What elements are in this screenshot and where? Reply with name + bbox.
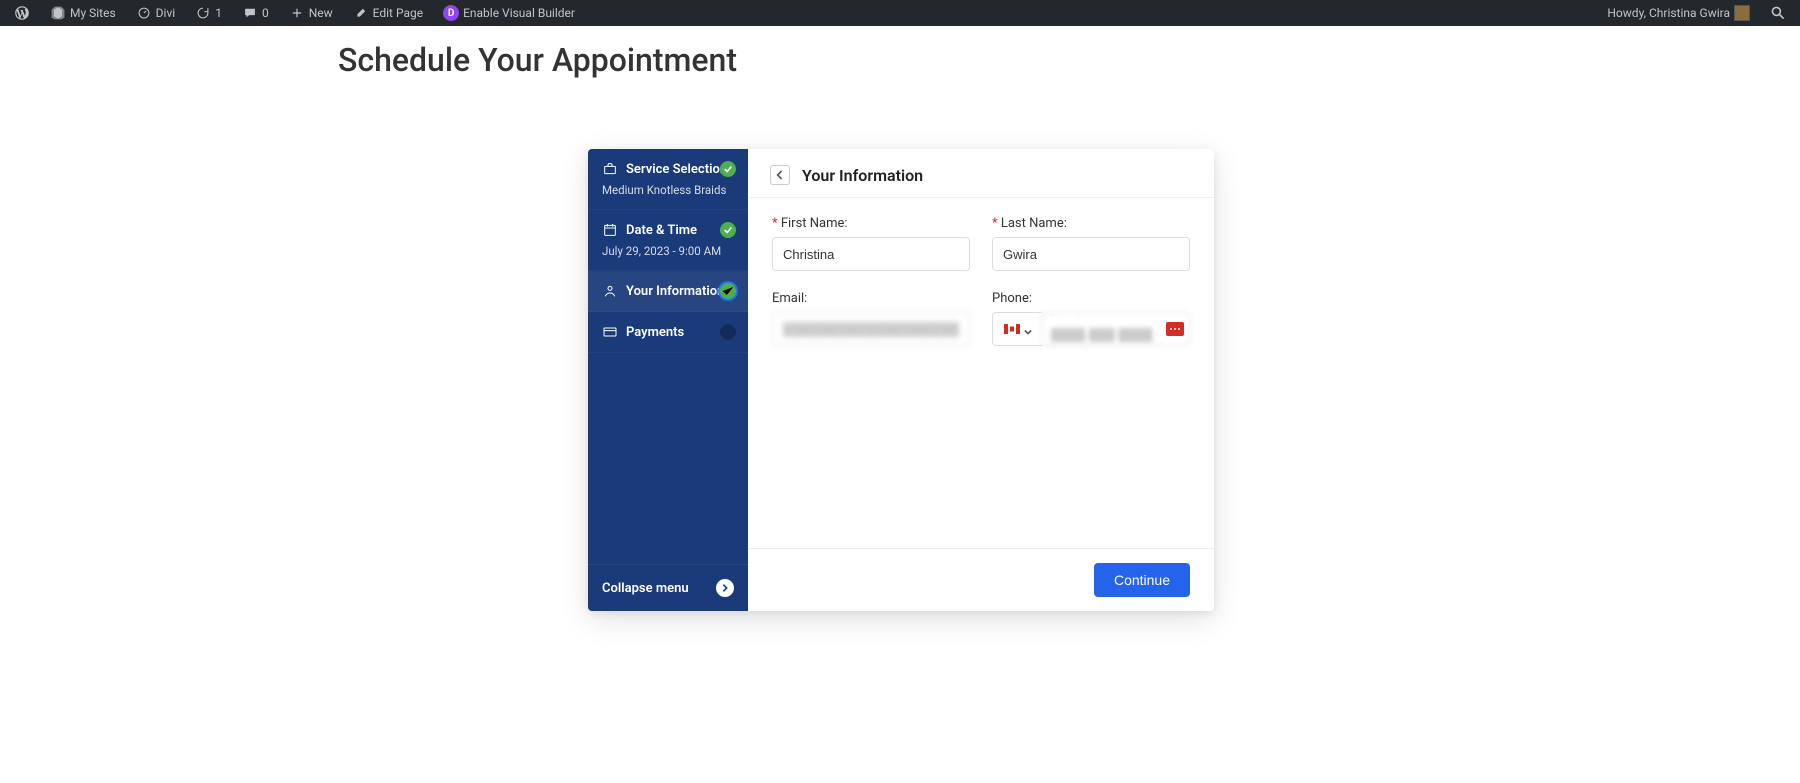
pencil-icon: [353, 5, 369, 21]
visual-builder-link[interactable]: D Enable Visual Builder: [437, 0, 581, 26]
last-name-label: * Last Name:: [992, 216, 1190, 231]
edit-page-text: Edit Page: [373, 6, 423, 20]
new-content-text: New: [309, 6, 333, 20]
updates-icon: [195, 5, 211, 21]
step-subtitle: July 29, 2023 - 9:00 AM: [602, 244, 734, 258]
edit-page-link[interactable]: Edit Page: [347, 0, 429, 26]
check-icon: [720, 283, 736, 299]
user-account-link[interactable]: Howdy, Christina Gwira: [1601, 0, 1756, 26]
last-name-field: * Last Name:: [992, 216, 1190, 271]
check-icon: [720, 222, 736, 238]
step-title: Your Information: [626, 284, 724, 299]
site-name-text: Divi: [156, 6, 176, 20]
step-your-information[interactable]: Your Information: [588, 271, 748, 312]
comments-count: 0: [262, 6, 269, 20]
email-field: Email:: [772, 291, 970, 346]
adminbar-right: Howdy, Christina Gwira: [1601, 0, 1792, 26]
card-icon: [602, 324, 618, 340]
collapse-menu-label: Collapse menu: [602, 581, 689, 596]
contact-row: Email: Phone: Enter phone: [772, 291, 1190, 346]
first-name-label: * First Name:: [772, 216, 970, 231]
step-service-selection[interactable]: Service Selection Medium Knotless Braids: [588, 149, 748, 210]
calendar-icon: [602, 222, 618, 238]
new-content-link[interactable]: New: [283, 0, 339, 26]
booking-sidebar: Service Selection Medium Knotless Braids…: [588, 149, 748, 611]
lastpass-icon[interactable]: [1166, 322, 1184, 336]
check-icon: [720, 161, 736, 177]
booking-main: Your Information * First Name: * Last Na…: [748, 149, 1214, 611]
dashboard-icon: [136, 5, 152, 21]
page-title: Schedule Your Appointment: [338, 41, 1800, 79]
howdy-text: Howdy, Christina Gwira: [1607, 6, 1730, 20]
step-payments[interactable]: Payments: [588, 312, 748, 353]
wp-logo[interactable]: [8, 0, 36, 26]
adminbar-left: My Sites Divi 1 0 New: [8, 0, 581, 26]
main-title: Your Information: [802, 166, 923, 185]
search-toggle[interactable]: [1764, 0, 1792, 26]
site-name-link[interactable]: Divi: [130, 0, 182, 26]
phone-country-select[interactable]: [992, 312, 1042, 346]
step-title: Payments: [626, 325, 684, 340]
form-body: * First Name: * Last Name: Email: Phone:: [748, 198, 1214, 548]
comment-icon: [242, 5, 258, 21]
email-label: Email:: [772, 291, 970, 306]
step-title: Date & Time: [626, 223, 697, 238]
updates-link[interactable]: 1: [189, 0, 228, 26]
collapse-menu-button[interactable]: Collapse menu: [588, 564, 748, 611]
main-footer: Continue: [748, 548, 1214, 611]
continue-button[interactable]: Continue: [1094, 563, 1190, 597]
step-title: Service Selection: [626, 162, 727, 177]
visual-builder-text: Enable Visual Builder: [463, 6, 575, 20]
phone-label: Phone:: [992, 291, 1190, 306]
chevron-left-icon: [776, 170, 784, 180]
first-name-input[interactable]: [772, 237, 970, 271]
person-icon: [602, 283, 618, 299]
divi-icon: D: [443, 5, 459, 21]
last-name-input[interactable]: [992, 237, 1190, 271]
email-input[interactable]: [772, 312, 970, 346]
updates-count: 1: [215, 6, 222, 20]
arrow-right-icon: [716, 579, 734, 597]
booking-widget: Service Selection Medium Knotless Braids…: [588, 149, 1214, 611]
canada-flag-icon: [1004, 324, 1020, 334]
back-button[interactable]: [770, 165, 790, 185]
step-date-time[interactable]: Date & Time July 29, 2023 - 9:00 AM: [588, 210, 748, 271]
multisite-icon: [50, 5, 66, 21]
plus-icon: [289, 5, 305, 21]
first-name-field: * First Name:: [772, 216, 970, 271]
avatar: [1734, 5, 1750, 21]
wp-admin-bar: My Sites Divi 1 0 New: [0, 0, 1800, 26]
pending-status-icon: [720, 324, 736, 340]
phone-input-group: Enter phone: [992, 312, 1190, 346]
main-header: Your Information: [748, 149, 1214, 198]
name-row: * First Name: * Last Name:: [772, 216, 1190, 271]
my-sites-text: My Sites: [70, 6, 116, 20]
step-subtitle: Medium Knotless Braids: [602, 183, 734, 197]
search-icon: [1770, 5, 1786, 21]
chevron-down-icon: [1024, 320, 1032, 339]
phone-field: Phone: Enter phone: [992, 291, 1190, 346]
wordpress-icon: [14, 5, 30, 21]
briefcase-icon: [602, 161, 618, 177]
my-sites-link[interactable]: My Sites: [44, 0, 122, 26]
comments-link[interactable]: 0: [236, 0, 275, 26]
